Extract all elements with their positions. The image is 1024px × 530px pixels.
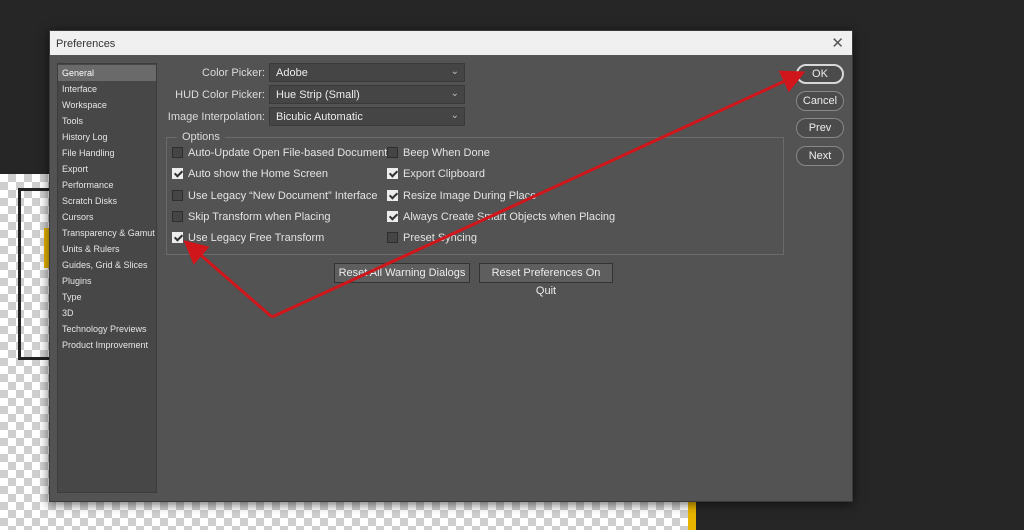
image-interpolation-select[interactable]: Bicubic Automatic ⌄: [269, 107, 465, 126]
checkbox[interactable]: [172, 189, 183, 201]
color-picker-row: Color Picker:: [165, 63, 265, 83]
sidebar-item-3d[interactable]: 3D: [58, 305, 156, 321]
next-button[interactable]: Next: [796, 146, 844, 166]
option-label: Skip Transform when Placing: [188, 211, 331, 224]
option-legacy-free-transform[interactable]: Use Legacy Free Transform: [172, 231, 325, 248]
option-skip-transform[interactable]: Skip Transform when Placing: [172, 210, 331, 227]
option-preset-syncing[interactable]: Preset Syncing: [387, 231, 477, 248]
reset-preferences-button[interactable]: Reset Preferences On Quit: [479, 263, 613, 297]
sidebar-item-units-rulers[interactable]: Units & Rulers: [58, 241, 156, 257]
checkbox[interactable]: [387, 146, 398, 158]
checkbox[interactable]: [387, 189, 398, 201]
option-beep-when-done[interactable]: Beep When Done: [387, 146, 490, 163]
color-picker-value: Adobe: [276, 67, 308, 79]
color-picker-label: Color Picker:: [202, 67, 265, 79]
option-label: Always Create Smart Objects when Placing: [403, 211, 616, 224]
window-title: Preferences: [56, 38, 116, 50]
prev-button[interactable]: Prev: [796, 118, 844, 138]
cancel-button[interactable]: Cancel: [796, 91, 844, 111]
reset-warning-dialogs-button[interactable]: Reset All Warning Dialogs: [334, 263, 470, 283]
document-graphic-accent: [688, 500, 696, 530]
sidebar-item-general[interactable]: General: [58, 65, 156, 81]
image-interpolation-row: Image Interpolation:: [165, 107, 265, 127]
sidebar-item-performance[interactable]: Performance: [58, 177, 156, 193]
sidebar-item-guides-grid-slices[interactable]: Guides, Grid & Slices: [58, 257, 156, 273]
sidebar-item-file-handling[interactable]: File Handling: [58, 145, 156, 161]
option-resize-image-place[interactable]: Resize Image During Place: [387, 189, 537, 206]
checkbox[interactable]: [387, 167, 398, 179]
chevron-down-icon: ⌄: [450, 110, 459, 121]
checkbox[interactable]: [387, 231, 398, 243]
checkbox[interactable]: [172, 167, 183, 179]
sidebar-item-cursors[interactable]: Cursors: [58, 209, 156, 225]
preferences-sidebar: General Interface Workspace Tools Histor…: [57, 63, 157, 493]
checkbox[interactable]: [172, 210, 183, 222]
sidebar-item-export[interactable]: Export: [58, 161, 156, 177]
sidebar-item-product-improvement[interactable]: Product Improvement: [58, 337, 156, 353]
sidebar-item-type[interactable]: Type: [58, 289, 156, 305]
preferences-dialog: Preferences ✕ General Interface Workspac…: [49, 30, 853, 502]
title-bar: Preferences ✕: [50, 31, 852, 55]
sidebar-item-transparency-gamut[interactable]: Transparency & Gamut: [58, 225, 156, 241]
sidebar-item-tools[interactable]: Tools: [58, 113, 156, 129]
option-label: Resize Image During Place: [403, 190, 537, 203]
chevron-down-icon: ⌄: [450, 88, 459, 99]
hud-color-picker-label: HUD Color Picker:: [175, 89, 265, 101]
sidebar-item-workspace[interactable]: Workspace: [58, 97, 156, 113]
option-label: Auto show the Home Screen: [188, 168, 329, 181]
option-label: Export Clipboard: [403, 168, 485, 181]
image-interpolation-label: Image Interpolation:: [167, 111, 265, 123]
option-label: Preset Syncing: [403, 232, 477, 245]
sidebar-item-interface[interactable]: Interface: [58, 81, 156, 97]
option-export-clipboard[interactable]: Export Clipboard: [387, 167, 485, 184]
option-legacy-new-document[interactable]: Use Legacy “New Document” Interface: [172, 189, 378, 206]
option-auto-show-home[interactable]: Auto show the Home Screen: [172, 167, 329, 184]
hud-color-picker-row: HUD Color Picker:: [165, 85, 265, 105]
sidebar-item-plugins[interactable]: Plugins: [58, 273, 156, 289]
checkbox[interactable]: [172, 231, 183, 243]
option-label: Beep When Done: [403, 147, 490, 160]
sidebar-item-history-log[interactable]: History Log: [58, 129, 156, 145]
sidebar-item-technology-previews[interactable]: Technology Previews: [58, 321, 156, 337]
option-label: Use Legacy Free Transform: [188, 232, 325, 245]
chevron-down-icon: ⌄: [450, 66, 459, 77]
sidebar-item-scratch-disks[interactable]: Scratch Disks: [58, 193, 156, 209]
hud-color-picker-select[interactable]: Hue Strip (Small) ⌄: [269, 85, 465, 104]
option-smart-objects[interactable]: Always Create Smart Objects when Placing: [387, 210, 616, 227]
option-auto-update-docs[interactable]: Auto-Update Open File-based Documents: [172, 146, 393, 163]
checkbox[interactable]: [172, 146, 183, 158]
close-icon[interactable]: ✕: [831, 34, 844, 52]
color-picker-select[interactable]: Adobe ⌄: [269, 63, 465, 82]
hud-color-picker-value: Hue Strip (Small): [276, 89, 360, 101]
image-interpolation-value: Bicubic Automatic: [276, 111, 363, 123]
option-label: Use Legacy “New Document” Interface: [188, 190, 378, 203]
checkbox[interactable]: [387, 210, 398, 222]
ok-button[interactable]: OK: [796, 64, 844, 84]
option-label: Auto-Update Open File-based Documents: [188, 147, 393, 160]
options-legend: Options: [177, 131, 225, 143]
